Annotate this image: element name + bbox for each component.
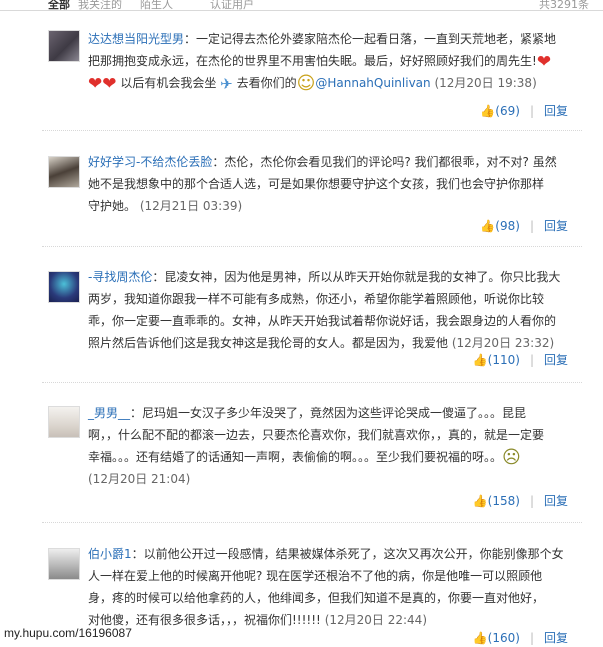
reply-button[interactable]: 回复 [544,631,568,645]
comment-body: 伯小爵1：以前他公开过一段感情，结果被媒体杀死了，这次又再次公开，你能别像那个女… [88,547,564,627]
tab-following[interactable]: 我关注的 [78,0,122,12]
comment-item: _男男__：尼玛姐一女汉子多少年没哭了，竟然因为这些评论哭成一傻逼了。。。昆昆 … [42,404,582,523]
heart-icon: ❤ [536,51,552,72]
comment-item: 达达想当阳光型男：一定记得去杰伦外婆家陪杰伦一起看日落，一直到天荒地老，紧紧地 … [42,30,582,131]
like-button[interactable]: 👍(110) [473,353,520,367]
tab-strangers[interactable]: 陌生人 [140,0,173,12]
crying-face-icon: ☹ [502,446,521,468]
timestamp: (12月20日 21:04) [88,472,191,486]
comment-body: 好好学习-不给杰伦丢脸：杰伦，杰伦你会看见我们的评论吗? 我们都很乖，对不对? … [88,155,557,213]
username-link[interactable]: 伯小爵1 [88,547,132,561]
like-button[interactable]: 👍(98) [480,219,520,233]
reply-button[interactable]: 回复 [544,219,568,233]
avatar[interactable] [48,271,80,303]
like-button[interactable]: 👍(69) [480,104,520,118]
username-link[interactable]: -寻找周杰伦 [88,270,152,284]
thumb-up-icon: 👍 [472,494,488,508]
comment-actions: 👍(110) | 回复 [472,353,568,367]
avatar[interactable] [48,548,80,580]
mention-link[interactable]: @HannahQuinlivan [315,76,430,90]
comment-body: 达达想当阳光型男：一定记得去杰伦外婆家陪杰伦一起看日落，一直到天荒地老，紧紧地 … [88,32,557,94]
filter-bar: 全部 我关注的 陌生人 认证用户 共3291条 [0,0,603,11]
comment-actions: 👍(160) | 回复 [472,631,568,645]
tab-all[interactable]: 全部 [48,0,70,12]
like-button[interactable]: 👍(160) [473,631,520,645]
timestamp: (12月20日 22:44) [324,613,428,627]
avatar[interactable] [48,30,80,62]
thumb-up-icon: 👍 [472,353,488,367]
comment-item: 好好学习-不给杰伦丢脸：杰伦，杰伦你会看见我们的评论吗? 我们都很乖，对不对? … [42,153,582,247]
timestamp: (12月21日 03:39) [139,199,243,213]
username-link[interactable]: 达达想当阳光型男 [88,32,184,46]
username-link[interactable]: 好好学习-不给杰伦丢脸 [88,155,212,169]
heart-icon: ❤ [88,73,103,94]
comment-item: -寻找周杰伦：昆凌女神，因为他是男神，所以从昨天开始你就是我的女神了。你只比我大… [42,268,582,383]
like-button[interactable]: 👍(158) [473,494,520,508]
tab-verified[interactable]: 认证用户 [210,0,254,12]
heart-icon: ❤ [102,73,117,94]
source-watermark: my.hupu.com/16196087 [4,626,132,640]
thumb-up-icon: 👍 [480,104,496,118]
reply-button[interactable]: 回复 [544,353,568,367]
comment-actions: 👍(158) | 回复 [472,494,568,508]
comment-body: _男男__：尼玛姐一女汉子多少年没哭了，竟然因为这些评论哭成一傻逼了。。。昆昆 … [88,406,545,486]
comment-count: 共3291条 [539,0,589,11]
reply-button[interactable]: 回复 [544,494,568,508]
comment-actions: 👍(69) | 回复 [480,104,568,118]
avatar[interactable] [48,406,80,438]
timestamp: (12月20日 23:32) [451,336,555,350]
avatar[interactable] [48,156,80,188]
timestamp: (12月20日 19:38) [434,76,537,90]
smile-icon: ☺ [296,72,316,94]
thumb-up-icon: 👍 [472,631,488,645]
thumb-up-icon: 👍 [480,219,496,233]
reply-button[interactable]: 回复 [544,104,568,118]
comment-body: -寻找周杰伦：昆凌女神，因为他是男神，所以从昨天开始你就是我的女神了。你只比我大… [88,270,561,350]
airplane-icon: ✈ [220,74,233,93]
username-link[interactable]: _男男__ [88,406,130,420]
comment-actions: 👍(98) | 回复 [480,219,568,233]
